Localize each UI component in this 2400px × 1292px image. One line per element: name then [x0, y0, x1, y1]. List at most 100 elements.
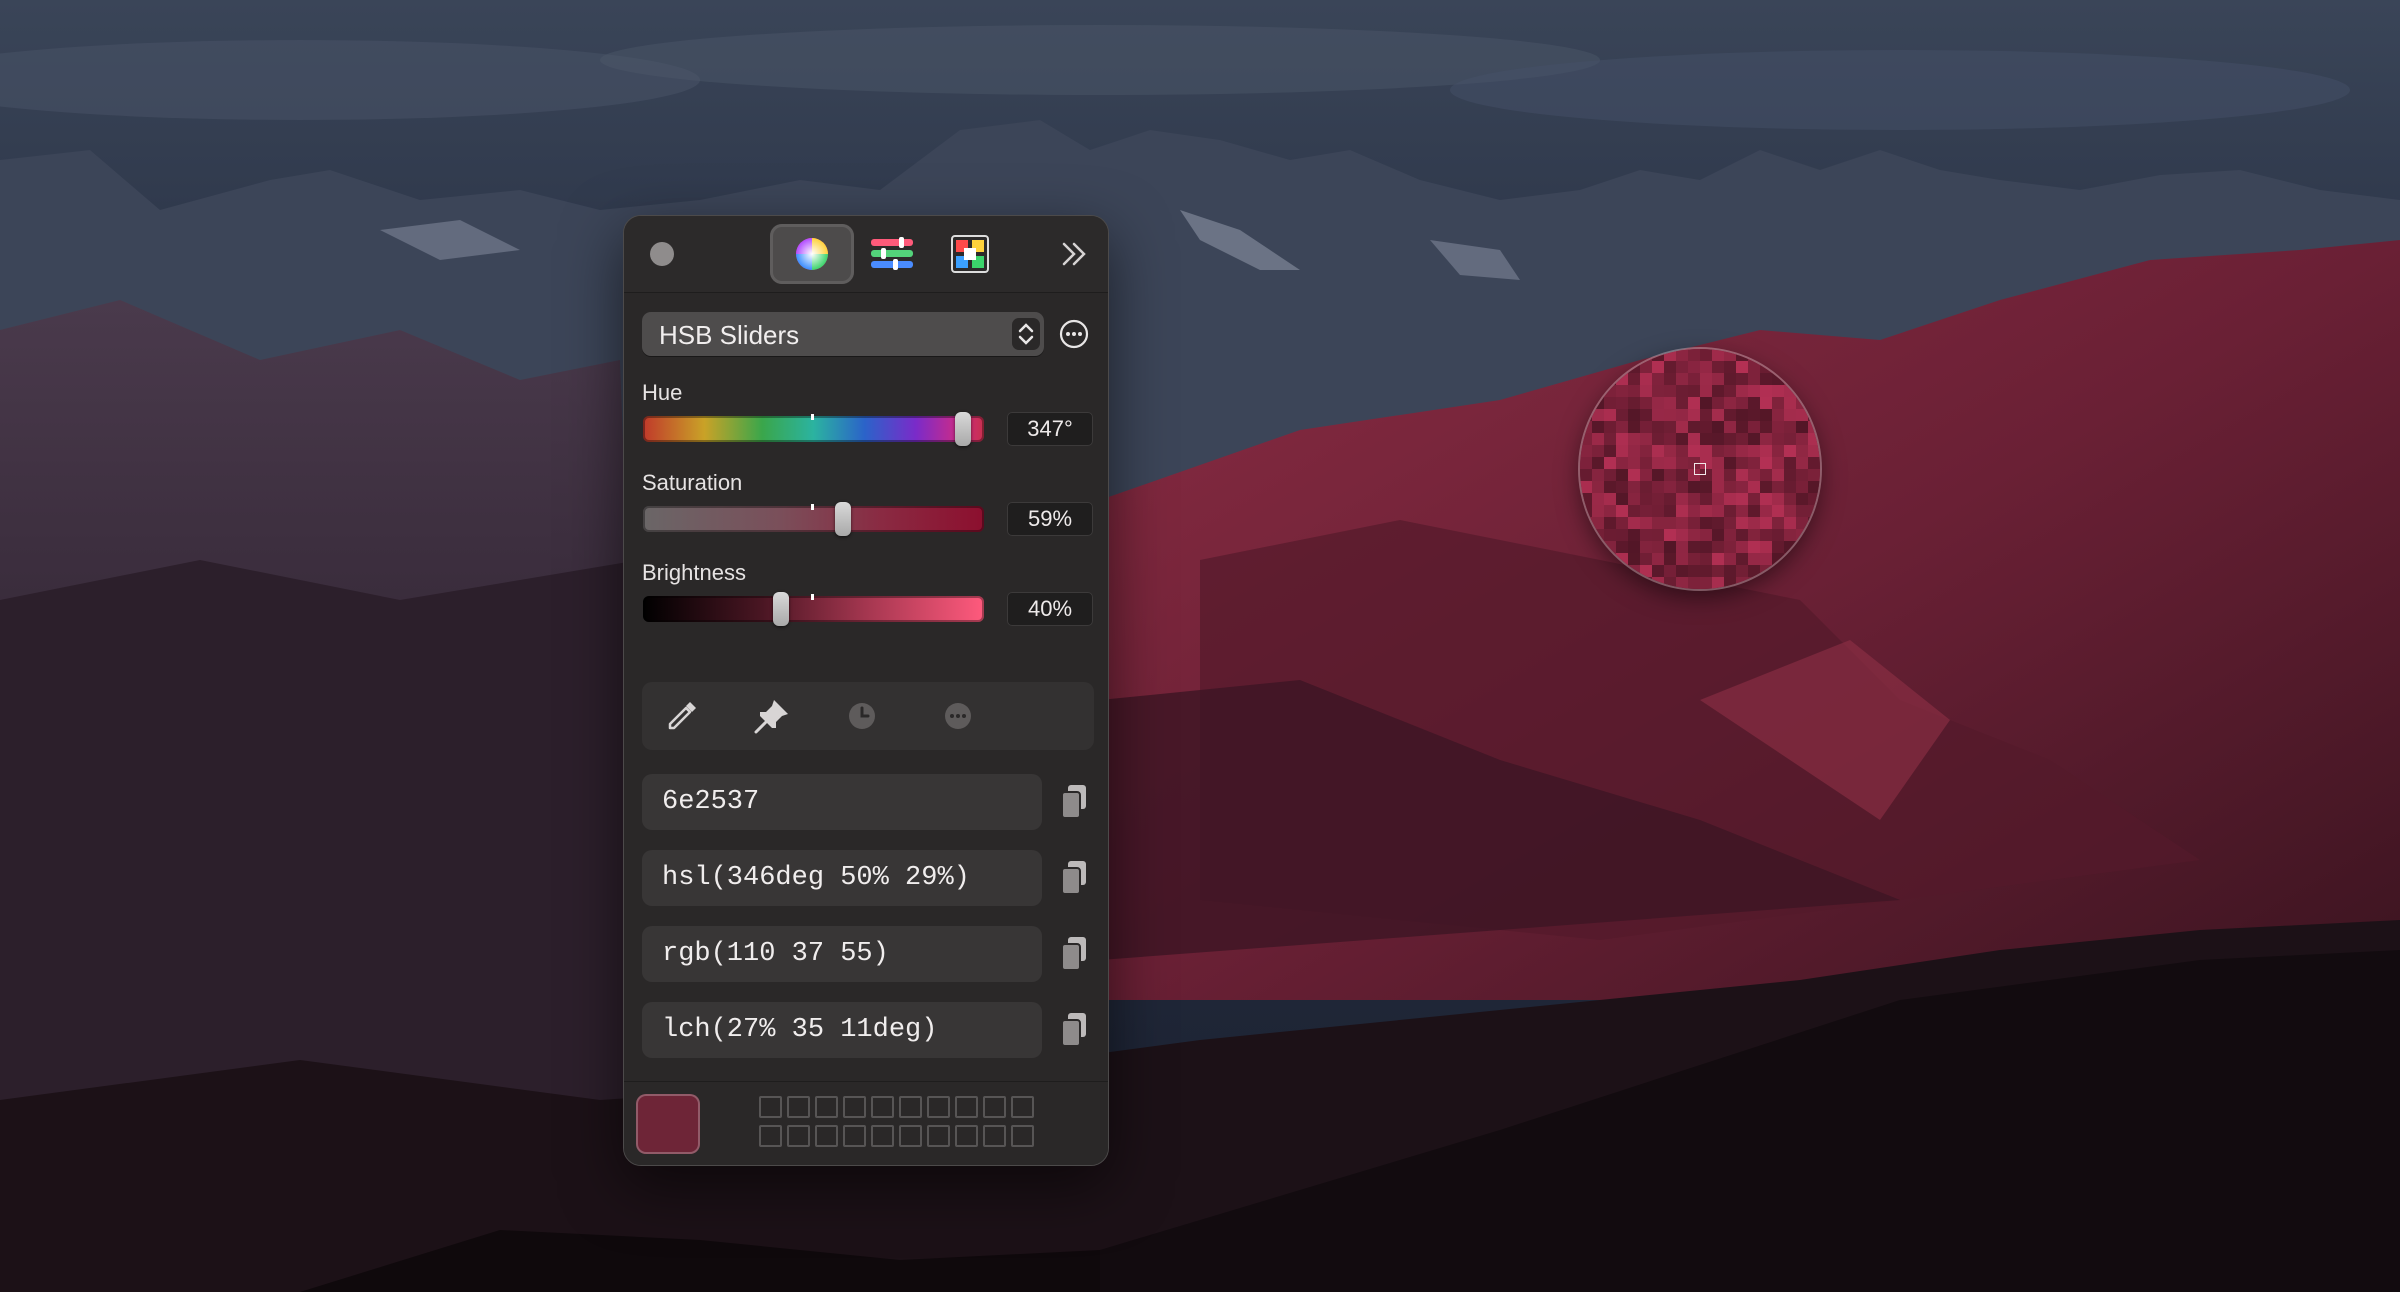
loupe-pixel — [1616, 541, 1628, 553]
saved-color-slot[interactable] — [983, 1125, 1006, 1147]
saved-color-slot[interactable] — [899, 1096, 922, 1118]
current-color-swatch[interactable] — [636, 1094, 700, 1154]
rgb-code-field[interactable]: rgb(110 37 55) — [642, 926, 1042, 982]
saved-color-slot[interactable] — [759, 1096, 782, 1118]
loupe-pixel — [1688, 553, 1700, 565]
saved-color-slot[interactable] — [1011, 1125, 1034, 1147]
lch-code-field[interactable]: lch(27% 35 11deg) — [642, 1002, 1042, 1058]
desktop-wallpaper — [0, 0, 2400, 1292]
mode-options-button[interactable] — [1058, 318, 1090, 350]
loupe-pixel — [1724, 505, 1736, 517]
expand-chevrons-icon[interactable] — [1056, 236, 1092, 272]
color-picker-panel: HSB Sliders Hue 347° Saturation 59% Brig… — [623, 215, 1109, 1166]
loupe-pixel — [1628, 409, 1640, 421]
loupe-pixel — [1616, 409, 1628, 421]
color-wheel-tab[interactable] — [770, 224, 854, 284]
loupe-pixel — [1592, 493, 1604, 505]
loupe-pixel — [1724, 493, 1736, 505]
panel-footer — [624, 1081, 1108, 1165]
saved-color-slot[interactable] — [843, 1125, 866, 1147]
close-button[interactable] — [650, 242, 674, 266]
saturation-value-field[interactable]: 59% — [1007, 502, 1093, 536]
palettes-tab[interactable] — [928, 224, 1012, 284]
saved-color-slot[interactable] — [899, 1125, 922, 1147]
panel-titlebar — [624, 216, 1108, 293]
hue-slider-track[interactable] — [643, 412, 984, 446]
loupe-pixel — [1688, 565, 1700, 577]
saved-color-slot[interactable] — [871, 1125, 894, 1147]
saved-color-slot[interactable] — [787, 1096, 810, 1118]
eyedropper-icon[interactable] — [662, 696, 702, 736]
loupe-pixel — [1700, 433, 1712, 445]
saved-color-slot[interactable] — [955, 1096, 978, 1118]
saved-color-slot[interactable] — [955, 1125, 978, 1147]
loupe-pixel — [1760, 517, 1772, 529]
hsl-code-field[interactable]: hsl(346deg 50% 29%) — [642, 850, 1042, 906]
saved-color-slot[interactable] — [759, 1125, 782, 1147]
loupe-pixel — [1724, 517, 1736, 529]
more-icon[interactable] — [938, 696, 978, 736]
loupe-pixel — [1784, 457, 1796, 469]
copy-lch-button[interactable] — [1058, 1011, 1090, 1049]
loupe-pixel — [1640, 361, 1652, 373]
hex-code-field[interactable]: 6e2537 — [642, 774, 1042, 830]
loupe-pixel — [1676, 553, 1688, 565]
saved-color-slot[interactable] — [815, 1096, 838, 1118]
saturation-slider-track[interactable] — [643, 502, 984, 536]
loupe-pixel — [1736, 517, 1748, 529]
saved-color-slot[interactable] — [815, 1125, 838, 1147]
loupe-pixel — [1724, 457, 1736, 469]
saved-color-slot[interactable] — [871, 1096, 894, 1118]
loupe-pixel — [1700, 409, 1712, 421]
loupe-pixel — [1688, 517, 1700, 529]
copy-rgb-button[interactable] — [1058, 935, 1090, 973]
color-loupe[interactable] — [1580, 349, 1820, 589]
loupe-pixel — [1724, 409, 1736, 421]
loupe-pixel — [1724, 385, 1736, 397]
saved-color-slot[interactable] — [1011, 1096, 1034, 1118]
brightness-value-field[interactable]: 40% — [1007, 592, 1093, 626]
loupe-pixel — [1700, 565, 1712, 577]
mode-dropdown[interactable]: HSB Sliders — [642, 312, 1044, 356]
saved-color-slot[interactable] — [983, 1096, 1006, 1118]
copy-hsl-button[interactable] — [1058, 859, 1090, 897]
brightness-slider-track[interactable] — [643, 592, 984, 626]
loupe-pixel — [1628, 445, 1640, 457]
loupe-pixel — [1628, 469, 1640, 481]
loupe-pixel — [1712, 433, 1724, 445]
loupe-pixel — [1712, 409, 1724, 421]
tool-bar — [642, 682, 1094, 750]
loupe-pixel — [1652, 409, 1664, 421]
loupe-pixel — [1616, 457, 1628, 469]
loupe-pixel — [1712, 505, 1724, 517]
loupe-pixel — [1580, 445, 1592, 457]
loupe-pixel — [1616, 493, 1628, 505]
saved-color-slot[interactable] — [787, 1125, 810, 1147]
loupe-pixel — [1676, 421, 1688, 433]
hue-slider-thumb[interactable] — [955, 412, 971, 446]
pin-icon[interactable] — [752, 696, 792, 736]
loupe-pixel — [1784, 469, 1796, 481]
loupe-pixel — [1616, 421, 1628, 433]
color-wheel-icon — [796, 238, 828, 270]
saved-color-slot[interactable] — [927, 1096, 950, 1118]
loupe-pixel — [1724, 361, 1736, 373]
sliders-tab[interactable] — [850, 224, 934, 284]
hue-value-field[interactable]: 347° — [1007, 412, 1093, 446]
loupe-pixel — [1724, 565, 1736, 577]
loupe-pixel — [1640, 433, 1652, 445]
saved-color-slot[interactable] — [927, 1125, 950, 1147]
loupe-pixel — [1592, 445, 1604, 457]
copy-hex-button[interactable] — [1058, 783, 1090, 821]
saved-color-slot[interactable] — [843, 1096, 866, 1118]
brightness-slider-thumb[interactable] — [773, 592, 789, 626]
history-icon[interactable] — [842, 696, 882, 736]
loupe-pixel — [1724, 541, 1736, 553]
loupe-pixel — [1724, 421, 1736, 433]
loupe-pixel — [1640, 469, 1652, 481]
loupe-pixel — [1736, 421, 1748, 433]
loupe-pixel — [1640, 409, 1652, 421]
saturation-slider-thumb[interactable] — [834, 502, 851, 536]
loupe-pixel — [1652, 505, 1664, 517]
loupe-pixel — [1664, 469, 1676, 481]
